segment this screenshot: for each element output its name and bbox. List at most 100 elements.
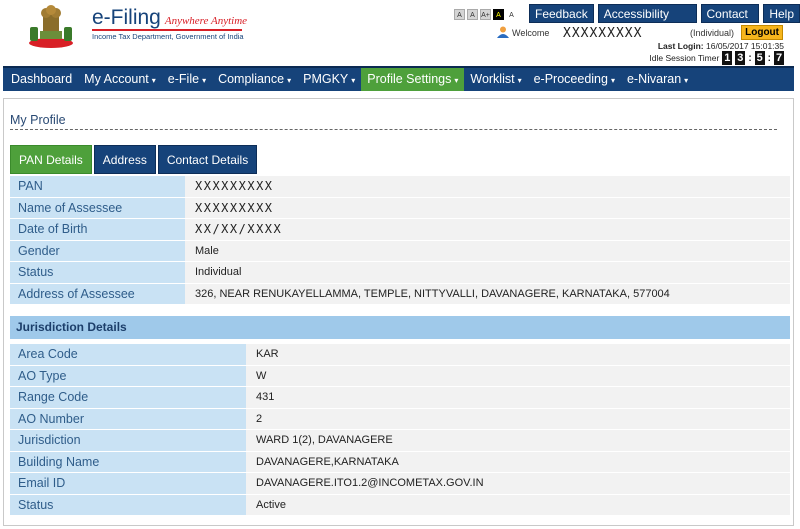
field-label: Name of Assessee (10, 197, 185, 218)
chevron-down-icon: ▾ (684, 76, 689, 85)
field-value: 431 (246, 387, 790, 408)
field-label: AO Type (10, 365, 246, 386)
pan-details-table: PAN XXXXXXXXX Name of Assessee XXXXXXXXX… (10, 176, 790, 305)
field-value: WARD 1(2), DAVANAGERE (246, 430, 790, 451)
brand-rule (92, 29, 242, 31)
nav-compliance[interactable]: Compliance ▾ (212, 68, 297, 91)
field-value: DAVANAGERE.ITO1.2@INCOMETAX.GOV.IN (246, 473, 790, 494)
table-row: Email ID DAVANAGERE.ITO1.2@INCOMETAX.GOV… (10, 473, 790, 495)
top-links: Feedback Accessibility Options Contact U… (529, 4, 800, 40)
chevron-down-icon: ▾ (610, 76, 615, 85)
field-label: PAN (10, 176, 185, 197)
field-value: KAR (246, 344, 790, 365)
welcome-label: Welcome (512, 28, 550, 38)
nav-my-account[interactable]: My Account ▾ (78, 68, 162, 91)
last-login-label: Last Login: (657, 41, 704, 51)
brand-tagline: Anywhere Anytime (164, 15, 248, 27)
feedback-link[interactable]: Feedback (529, 4, 594, 23)
tab-pan-details[interactable]: PAN Details (10, 145, 92, 174)
brand-subtitle: Income Tax Department, Government of Ind… (92, 32, 244, 41)
field-label: Gender (10, 240, 185, 261)
timer-digit: 5 (754, 51, 765, 65)
field-value: Active (246, 494, 790, 515)
welcome-row: Welcome XXXXXXXXX (Individual) Logout (497, 25, 783, 41)
field-label: Range Code (10, 387, 246, 408)
nav-label: PMGKY (303, 72, 349, 86)
nav-label: Worklist (470, 72, 515, 86)
table-row: AO Number 2 (10, 408, 790, 430)
field-label: Area Code (10, 344, 246, 365)
font-size-controls: A A A+ A A (454, 9, 517, 20)
nav-label: Compliance (218, 72, 285, 86)
nav-profile-settings[interactable]: Profile Settings ▾ (361, 68, 465, 91)
last-login: Last Login: 16/05/2017 15:01:35 (658, 41, 784, 51)
table-row: Name of Assessee XXXXXXXXX (10, 197, 790, 219)
tab-contact-details[interactable]: Contact Details (157, 145, 258, 174)
chevron-down-icon: ▾ (287, 76, 292, 85)
welcome-user-name: XXXXXXXXX (563, 26, 643, 41)
font-size-large-button[interactable]: A+ (480, 9, 491, 20)
nav-worklist[interactable]: Worklist ▾ (464, 68, 527, 91)
page-title: My Profile (10, 113, 66, 127)
chevron-down-icon: ▾ (351, 76, 356, 85)
logout-button[interactable]: Logout (741, 25, 783, 40)
table-row: Date of Birth XX/XX/XXXX (10, 219, 790, 241)
high-contrast-button[interactable]: A (493, 9, 504, 20)
profile-tabs: PAN Details Address Contact Details (10, 145, 258, 174)
chevron-down-icon: ▾ (202, 76, 207, 85)
table-row: Gender Male (10, 240, 790, 262)
idle-session-timer: Idle Session Timer 1 3 : 5 : 7 (649, 51, 784, 65)
timer-digit: 3 (735, 51, 746, 65)
help-link[interactable]: Help (763, 4, 800, 23)
nav-label: e-Nivaran (626, 72, 682, 86)
idle-timer-label: Idle Session Timer (649, 53, 720, 63)
table-row: Building Name DAVANAGERE,KARNATAKA (10, 451, 790, 473)
nav-e-file[interactable]: e-File ▾ (162, 68, 212, 91)
content-frame: My Profile PAN Details Address Contact D… (3, 98, 794, 526)
last-login-value: 16/05/2017 15:01:35 (706, 41, 784, 51)
table-row: Status Individual (10, 262, 790, 284)
field-label: Status (10, 262, 185, 283)
normal-contrast-button[interactable]: A (506, 9, 517, 20)
tab-address[interactable]: Address (93, 145, 156, 174)
emblem-logo-icon[interactable] (18, 1, 84, 49)
user-icon (497, 26, 509, 38)
timer-digit: 1 (722, 51, 733, 65)
table-row: Address of Assessee 326, NEAR RENUKAYELL… (10, 283, 790, 305)
table-row: Jurisdiction WARD 1(2), DAVANAGERE (10, 430, 790, 452)
timer-colon: : (748, 52, 752, 64)
nav-label: e-Proceeding (533, 72, 608, 86)
nav-label: Dashboard (11, 72, 73, 86)
font-size-small-button[interactable]: A (454, 9, 465, 20)
field-value: 326, NEAR RENUKAYELLAMMA, TEMPLE, NITTYV… (185, 283, 790, 304)
table-row: Range Code 431 (10, 387, 790, 409)
nav-label: e-File (167, 72, 200, 86)
accessibility-options-link[interactable]: Accessibility Options (597, 4, 697, 40)
table-row: Status Active (10, 494, 790, 516)
nav-label: Profile Settings (367, 72, 452, 86)
table-row: PAN XXXXXXXXX (10, 176, 790, 198)
table-row: AO Type W (10, 365, 790, 387)
contact-us-link[interactable]: Contact Us (700, 4, 760, 40)
jurisdiction-table: Area Code KAR AO Type W Range Code 431 A… (10, 344, 790, 516)
field-value: Individual (185, 262, 790, 283)
field-value: Male (185, 240, 790, 261)
nav-pmgky[interactable]: PMGKY ▾ (297, 68, 361, 91)
chevron-down-icon: ▾ (151, 76, 156, 85)
font-size-normal-button[interactable]: A (467, 9, 478, 20)
nav-dashboard[interactable]: Dashboard (3, 68, 78, 91)
field-label: Jurisdiction (10, 430, 246, 451)
title-divider (10, 129, 777, 130)
field-value: W (246, 365, 790, 386)
field-value: DAVANAGERE,KARNATAKA (246, 451, 790, 472)
user-type: (Individual) (690, 28, 735, 38)
main-nav: Dashboard My Account ▾ e-File ▾ Compliance… (3, 66, 794, 91)
field-value: XXXXXXXXX (185, 176, 790, 197)
timer-colon: : (767, 52, 771, 64)
field-label: Date of Birth (10, 219, 185, 240)
field-value: XXXXXXXXX (185, 197, 790, 218)
nav-e-nivaran[interactable]: e-Nivaran ▾ (621, 68, 694, 91)
nav-e-proceeding[interactable]: e-Proceeding ▾ (528, 68, 621, 91)
brand-title: e-Filing (92, 6, 161, 29)
site-header: e-Filing Anywhere Anytime Income Tax Depa… (0, 0, 800, 66)
